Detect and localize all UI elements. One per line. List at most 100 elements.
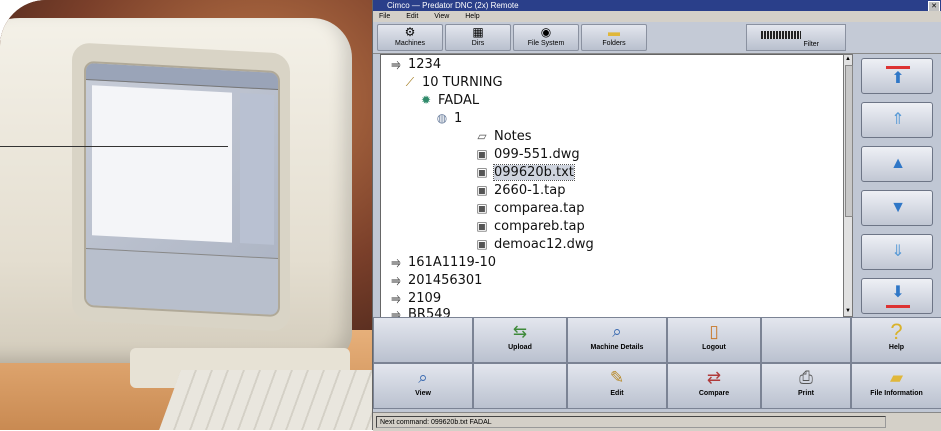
arrow-icon: ⥤: [391, 273, 401, 287]
menu-edit[interactable]: Edit: [406, 13, 418, 20]
help-label: Help: [888, 344, 905, 351]
mini-tree: [92, 85, 232, 243]
arrow-down-icon: ▼: [890, 199, 906, 216]
file-information-button[interactable]: ▰ File Information: [851, 363, 941, 409]
logout-button[interactable]: ▯ Logout: [667, 317, 761, 363]
tree-item-label: Notes: [494, 129, 532, 144]
tree-item[interactable]: ▣ demoac12.dwg: [473, 235, 594, 253]
scroll-top-button[interactable]: ⬆: [861, 58, 933, 94]
file-system-label: File System: [527, 40, 565, 47]
compare-button[interactable]: ⇄ Compare: [667, 363, 761, 409]
note-icon: ▱: [477, 129, 487, 143]
filter-button[interactable]: Filter: [746, 24, 846, 51]
printer-icon: ⎙: [799, 368, 813, 387]
tree-item-label: demoac12.dwg: [494, 237, 594, 252]
upload-icon: ⇆: [512, 322, 528, 341]
tree-item[interactable]: ▣ comparea.tap: [473, 199, 584, 217]
callout-line: [0, 146, 228, 147]
logout-label: Logout: [702, 344, 726, 351]
file-tree[interactable]: ⥤ 1234 ⟋ 10 TURNING ✹ FADAL ◍ 1 ▱ Notes ▣ 099-…: [380, 54, 845, 319]
tree-item[interactable]: ▣ compareb.tap: [473, 217, 585, 235]
scroll-bottom-button[interactable]: ⬇: [861, 278, 933, 314]
top-line-icon: [886, 66, 910, 69]
arrow-icon: ⥤: [391, 57, 401, 71]
upload-button[interactable]: ⇆ Upload: [473, 317, 567, 363]
menu-help[interactable]: Help: [465, 13, 479, 20]
dirs-button[interactable]: ▦ Dirs: [445, 24, 511, 51]
monitor-photo: [0, 0, 372, 430]
line-down-button[interactable]: ▼: [861, 190, 933, 226]
crt-monitor: [0, 18, 352, 388]
document-icon: ▣: [476, 237, 488, 251]
tree-item-selected[interactable]: ▣ 099620b.txt: [473, 163, 575, 181]
tree-item[interactable]: ⟋ 10 TURNING: [401, 73, 503, 91]
arrow-down-icon: ⬇: [891, 284, 905, 301]
mini-sidebar: [240, 93, 274, 245]
help-button[interactable]: ? Help: [851, 317, 941, 363]
window-title: Cimco — Predator DNC (2x) Remote: [387, 1, 519, 10]
tree-item[interactable]: ▱ Notes: [473, 127, 532, 145]
machine-icon: ⚙: [404, 25, 416, 39]
print-button[interactable]: ⎙ Print: [761, 363, 851, 409]
tree-item-label: FADAL: [438, 93, 480, 108]
filter-icon: [761, 31, 801, 39]
print-label: Print: [798, 390, 814, 397]
machine-details-label: Machine Details: [590, 344, 644, 351]
scroll-thumb[interactable]: [845, 65, 853, 217]
document-icon: ▣: [476, 165, 488, 179]
tree-item[interactable]: ⥤ 161A1119-10: [387, 253, 496, 271]
machines-button[interactable]: ⚙ Machines: [377, 24, 443, 51]
filter-label: Filter: [803, 41, 819, 48]
folder-icon: ◍: [436, 111, 448, 125]
document-icon: ▣: [476, 201, 488, 215]
tree-item[interactable]: ◍ 1: [433, 109, 463, 127]
compare-icon: ⇄: [706, 368, 722, 387]
upload-label: Upload: [508, 344, 532, 351]
page-down-button[interactable]: ⇓: [861, 234, 933, 270]
double-arrow-up-icon: ⇑: [891, 111, 905, 128]
folder-icon: ▬: [608, 25, 620, 39]
dirs-label: Dirs: [471, 40, 485, 47]
folders-button[interactable]: ▬ Folders: [581, 24, 647, 51]
folders-label: Folders: [602, 40, 626, 47]
tree-item[interactable]: ⥤ 201456301: [387, 271, 482, 289]
edit-button[interactable]: ✎ Edit: [567, 363, 667, 409]
tree-item[interactable]: ⥤ 1234: [387, 55, 441, 73]
tree-item[interactable]: ▣ 2660-1.tap: [473, 181, 566, 199]
toolbar: ⚙ Machines ▦ Dirs ◉ File System ▬ Folder…: [373, 22, 941, 54]
tree-item-label: 1234: [408, 57, 442, 72]
tree-item-label: 2109: [408, 291, 442, 306]
arrow-up-icon: ⬆: [891, 70, 905, 87]
tree-item[interactable]: ✹ FADAL: [417, 91, 479, 109]
tree-item-label: 10 TURNING: [422, 75, 503, 90]
door-icon: ▯: [709, 322, 719, 341]
tree-item-label: 2660-1.tap: [494, 183, 566, 198]
empty-cell: [761, 317, 851, 363]
arrow-up-icon: ▲: [890, 155, 906, 172]
menu-view[interactable]: View: [434, 13, 449, 20]
menu-file[interactable]: File: [379, 13, 390, 20]
tree-scrollbar[interactable]: ▲ ▼: [843, 54, 853, 317]
tree-item-label: 201456301: [408, 273, 483, 288]
tree-item[interactable]: ▣ 099-551.dwg: [473, 145, 580, 163]
page-up-button[interactable]: ⇑: [861, 102, 933, 138]
view-button[interactable]: ⌕ View: [373, 363, 473, 409]
tree-item-label: 099620b.txt: [493, 164, 575, 181]
document-icon: ▣: [476, 219, 488, 233]
compare-label: Compare: [698, 390, 730, 397]
status-bar: Next command: 099620b.txt FADAL: [373, 412, 941, 431]
machines-label: Machines: [395, 40, 425, 47]
tree-item-label: compareb.tap: [494, 219, 585, 234]
view-label: View: [415, 390, 431, 397]
machine-details-button[interactable]: ⌕ Machine Details: [567, 317, 667, 363]
file-information-label: File Information: [870, 390, 923, 397]
scroll-down-icon[interactable]: ▼: [844, 307, 852, 316]
scroll-up-icon[interactable]: ▲: [844, 55, 852, 64]
keyboard: [159, 370, 372, 430]
drill-icon: ⟋: [405, 75, 415, 89]
line-up-button[interactable]: ▲: [861, 146, 933, 182]
tree-item-label: 099-551.dwg: [494, 147, 580, 162]
pencil-icon: ✎: [609, 368, 625, 387]
gear-icon: ✹: [420, 93, 432, 107]
file-system-button[interactable]: ◉ File System: [513, 24, 579, 51]
